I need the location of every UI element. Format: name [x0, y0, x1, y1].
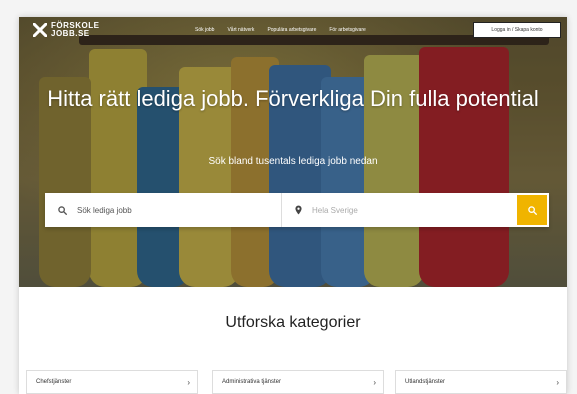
category-label: Utlandstjänster: [405, 379, 446, 385]
browser-page: FÖRSKOLE JOBB.SE Sök jobb Vårt nätverk P…: [19, 17, 567, 394]
hero-section: FÖRSKOLE JOBB.SE Sök jobb Vårt nätverk P…: [19, 17, 567, 287]
hero-overlay: [19, 17, 567, 287]
search-button[interactable]: [517, 195, 547, 225]
hero-headline: Hitta rätt lediga jobb. Förverkliga Din …: [47, 86, 539, 111]
nav-link-search-jobs[interactable]: Sök jobb: [195, 27, 214, 33]
main-nav: Sök jobb Vårt nätverk Populära arbetsgiv…: [195, 27, 366, 33]
nav-link-for-employers[interactable]: För arbetsgivare: [329, 27, 365, 33]
search-icon: [527, 205, 537, 215]
location-pin-icon: [295, 205, 302, 215]
category-item-administrativa[interactable]: Administrativa tjänster ›: [212, 370, 384, 394]
location-input[interactable]: [312, 205, 492, 215]
logo-x-icon: [33, 23, 47, 37]
login-signup-button[interactable]: Logga in / Skapa konto: [473, 22, 561, 38]
chevron-right-icon: ›: [373, 377, 376, 387]
site-logo[interactable]: FÖRSKOLE JOBB.SE: [33, 21, 100, 38]
job-search-bar: [45, 193, 549, 227]
nav-link-network[interactable]: Vårt nätverk: [227, 27, 254, 33]
category-item-utlandstjanster[interactable]: Utlandstjänster ›: [395, 370, 567, 394]
chevron-right-icon: ›: [187, 377, 190, 387]
chevron-right-icon: ›: [556, 377, 559, 387]
top-navigation: FÖRSKOLE JOBB.SE Sök jobb Vårt nätverk P…: [19, 17, 567, 45]
hero-subline: Sök bland tusentals lediga jobb nedan: [208, 156, 378, 167]
category-label: Administrativa tjänster: [222, 379, 282, 385]
nav-link-popular-employers[interactable]: Populära arbetsgivare: [267, 27, 316, 33]
search-icon: [58, 205, 67, 215]
keyword-input[interactable]: [77, 205, 257, 215]
location-field: [282, 193, 517, 227]
category-list: Chefstjänster › Administrativa tjänster …: [26, 370, 567, 394]
categories-title: Utforska kategorier: [225, 314, 361, 331]
category-item-chefstjanster[interactable]: Chefstjänster ›: [26, 370, 198, 394]
keyword-field: [45, 193, 282, 227]
category-label: Chefstjänster: [36, 379, 72, 385]
logo-text: FÖRSKOLE JOBB.SE: [51, 21, 100, 38]
